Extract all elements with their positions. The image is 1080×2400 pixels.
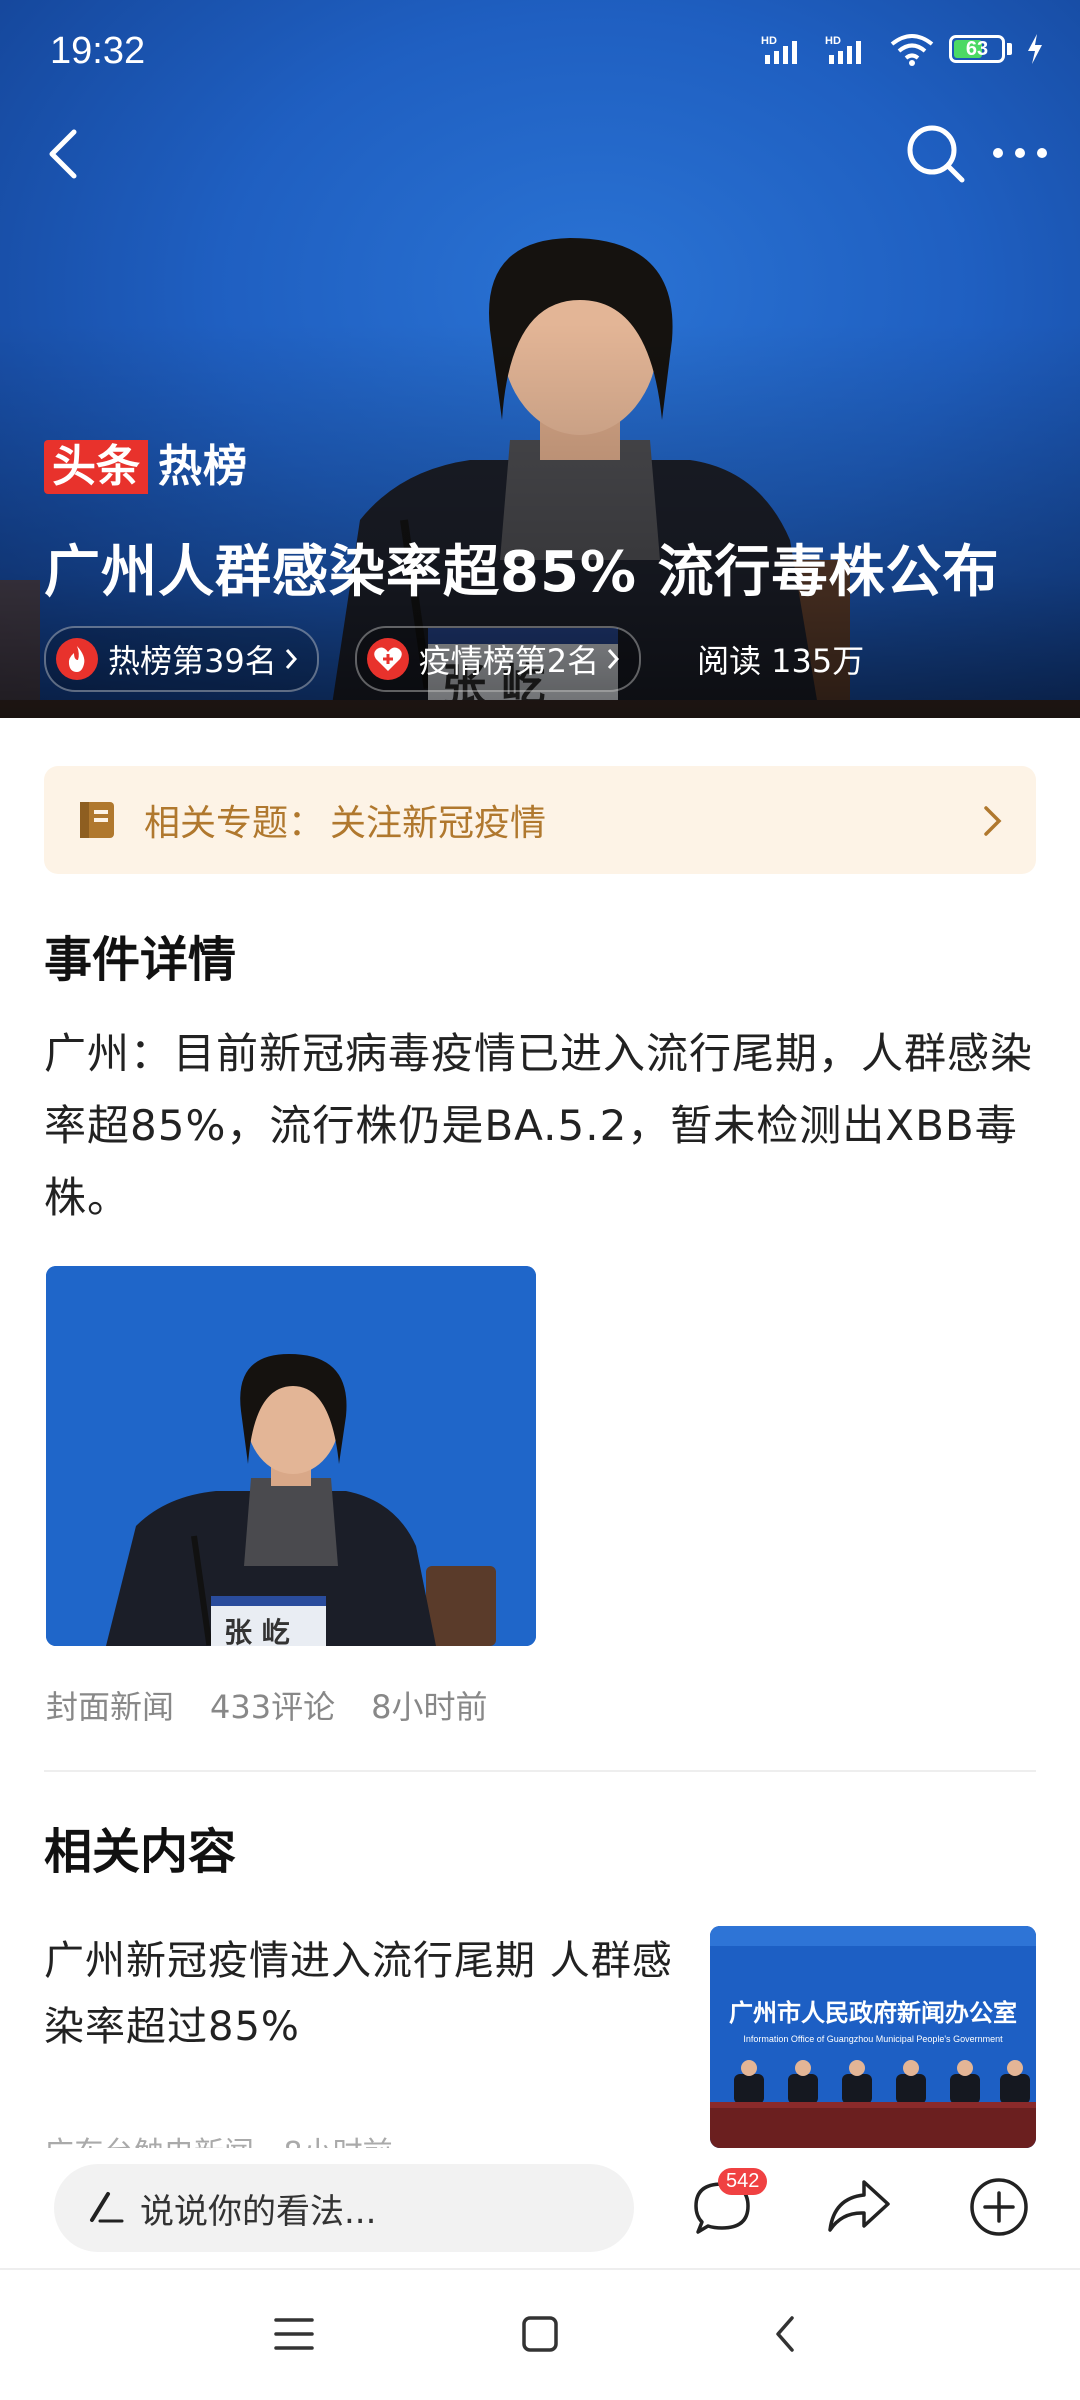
related-item-time: 8小时前 bbox=[284, 2136, 393, 2148]
event-comments[interactable]: 433评论 bbox=[210, 1682, 335, 1728]
event-section-title: 事件详情 bbox=[44, 932, 237, 988]
event-source[interactable]: 封面新闻 bbox=[46, 1682, 174, 1728]
comment-placeholder: 说说你的看法... bbox=[140, 2191, 377, 2232]
epidemic-rank-pill[interactable]: 疫情榜第2名 bbox=[354, 626, 642, 692]
share-icon[interactable] bbox=[826, 2176, 892, 2236]
status-bar: 19:32 HD HD 63 bbox=[0, 0, 1080, 108]
fire-icon bbox=[56, 638, 98, 680]
chevron-right-icon bbox=[984, 806, 1002, 836]
home-icon[interactable] bbox=[520, 2314, 560, 2354]
related-topic-banner[interactable]: 相关专题： 关注新冠疫情 bbox=[44, 766, 1036, 874]
related-item-image[interactable]: 广州市人民政府新闻办公室 Information Office of Guang… bbox=[710, 1926, 1036, 2148]
svg-text:张 屹: 张 屹 bbox=[224, 1616, 290, 1646]
svg-text:HD: HD bbox=[825, 35, 841, 47]
related-section-title: 相关内容 bbox=[44, 1824, 237, 1880]
topic-name: 关注新冠疫情 bbox=[330, 803, 547, 844]
back-icon[interactable] bbox=[36, 124, 96, 184]
related-item-source-name: 广东台触电新闻 bbox=[44, 2136, 254, 2148]
svg-text:HD: HD bbox=[761, 35, 777, 47]
divider bbox=[44, 1770, 1036, 1772]
hot-rank-label: 热榜第39名 bbox=[108, 642, 277, 680]
epidemic-rank-label: 疫情榜第2名 bbox=[418, 642, 600, 680]
topic-label: 相关专题： bbox=[144, 803, 325, 844]
more-icon[interactable] bbox=[990, 138, 1050, 168]
toutiao-hot-logo: 头条 热榜 bbox=[44, 440, 248, 494]
search-icon[interactable] bbox=[904, 122, 968, 186]
read-count-label: 阅读 bbox=[697, 642, 762, 680]
battery-cap bbox=[1007, 43, 1012, 55]
topic-book-icon bbox=[80, 802, 114, 838]
system-navigation-bar bbox=[0, 2270, 1080, 2400]
event-image[interactable]: 张 屹 bbox=[46, 1266, 536, 1646]
related-image-caption-en: Information Office of Guangzhou Municipa… bbox=[743, 2034, 1003, 2044]
menu-icon[interactable] bbox=[274, 2316, 314, 2352]
add-circle-icon[interactable] bbox=[968, 2176, 1030, 2238]
comment-input[interactable]: 说说你的看法... bbox=[54, 2164, 634, 2252]
hero-meta: 热榜第39名 疫情榜第2名 阅读 135万 bbox=[44, 626, 864, 692]
status-icons: HD HD 63 bbox=[761, 32, 1044, 66]
comment-bar: 说说你的看法... 542 bbox=[0, 2148, 1080, 2270]
event-time: 8小时前 bbox=[371, 1688, 488, 1726]
chevron-right-icon bbox=[285, 649, 297, 669]
clock: 19:32 bbox=[50, 30, 146, 72]
read-count: 阅读 135万 bbox=[697, 636, 864, 682]
brand-part1: 头条 bbox=[44, 440, 148, 494]
sys-back-icon[interactable] bbox=[772, 2314, 798, 2354]
charging-icon bbox=[1028, 34, 1042, 64]
signal-icon: HD bbox=[761, 35, 797, 64]
related-item-source: 广东台触电新闻 8小时前 bbox=[44, 2128, 393, 2148]
heart-plus-icon bbox=[366, 638, 409, 680]
top-nav bbox=[0, 118, 1080, 198]
brand-part2: 热榜 bbox=[158, 441, 248, 492]
hot-rank-pill[interactable]: 热榜第39名 bbox=[44, 626, 319, 692]
related-image-caption: 广州市人民政府新闻办公室 bbox=[729, 1999, 1017, 2027]
event-photo: 张 屹 bbox=[46, 1266, 536, 1646]
signal-icon: HD bbox=[825, 35, 861, 64]
pen-icon bbox=[90, 2192, 124, 2223]
press-conference-photo: 广州市人民政府新闻办公室 Information Office of Guang… bbox=[710, 1926, 1036, 2148]
battery-icon: 63 bbox=[949, 35, 1005, 63]
battery-level: 63 bbox=[965, 37, 989, 60]
related-item-title[interactable]: 广州新冠疫情进入流行尾期 人群感染率超过85% bbox=[44, 1928, 684, 2060]
chevron-right-icon bbox=[607, 649, 620, 669]
page-title: 广州人群感染率超85% 流行毒株公布 bbox=[44, 540, 1000, 605]
hero-banner: 张 屹 19:32 HD HD bbox=[0, 0, 1080, 718]
read-count-value: 135万 bbox=[771, 642, 865, 680]
event-summary: 广州：目前新冠病毒疫情已进入流行尾期，人群感染率超85%，流行株仍是BA.5.2… bbox=[44, 1029, 1034, 1222]
comment-count-badge: 542 bbox=[718, 2168, 768, 2195]
event-meta: 封面新闻 433评论 8小时前 bbox=[46, 1682, 487, 1728]
wifi-icon bbox=[890, 34, 934, 66]
